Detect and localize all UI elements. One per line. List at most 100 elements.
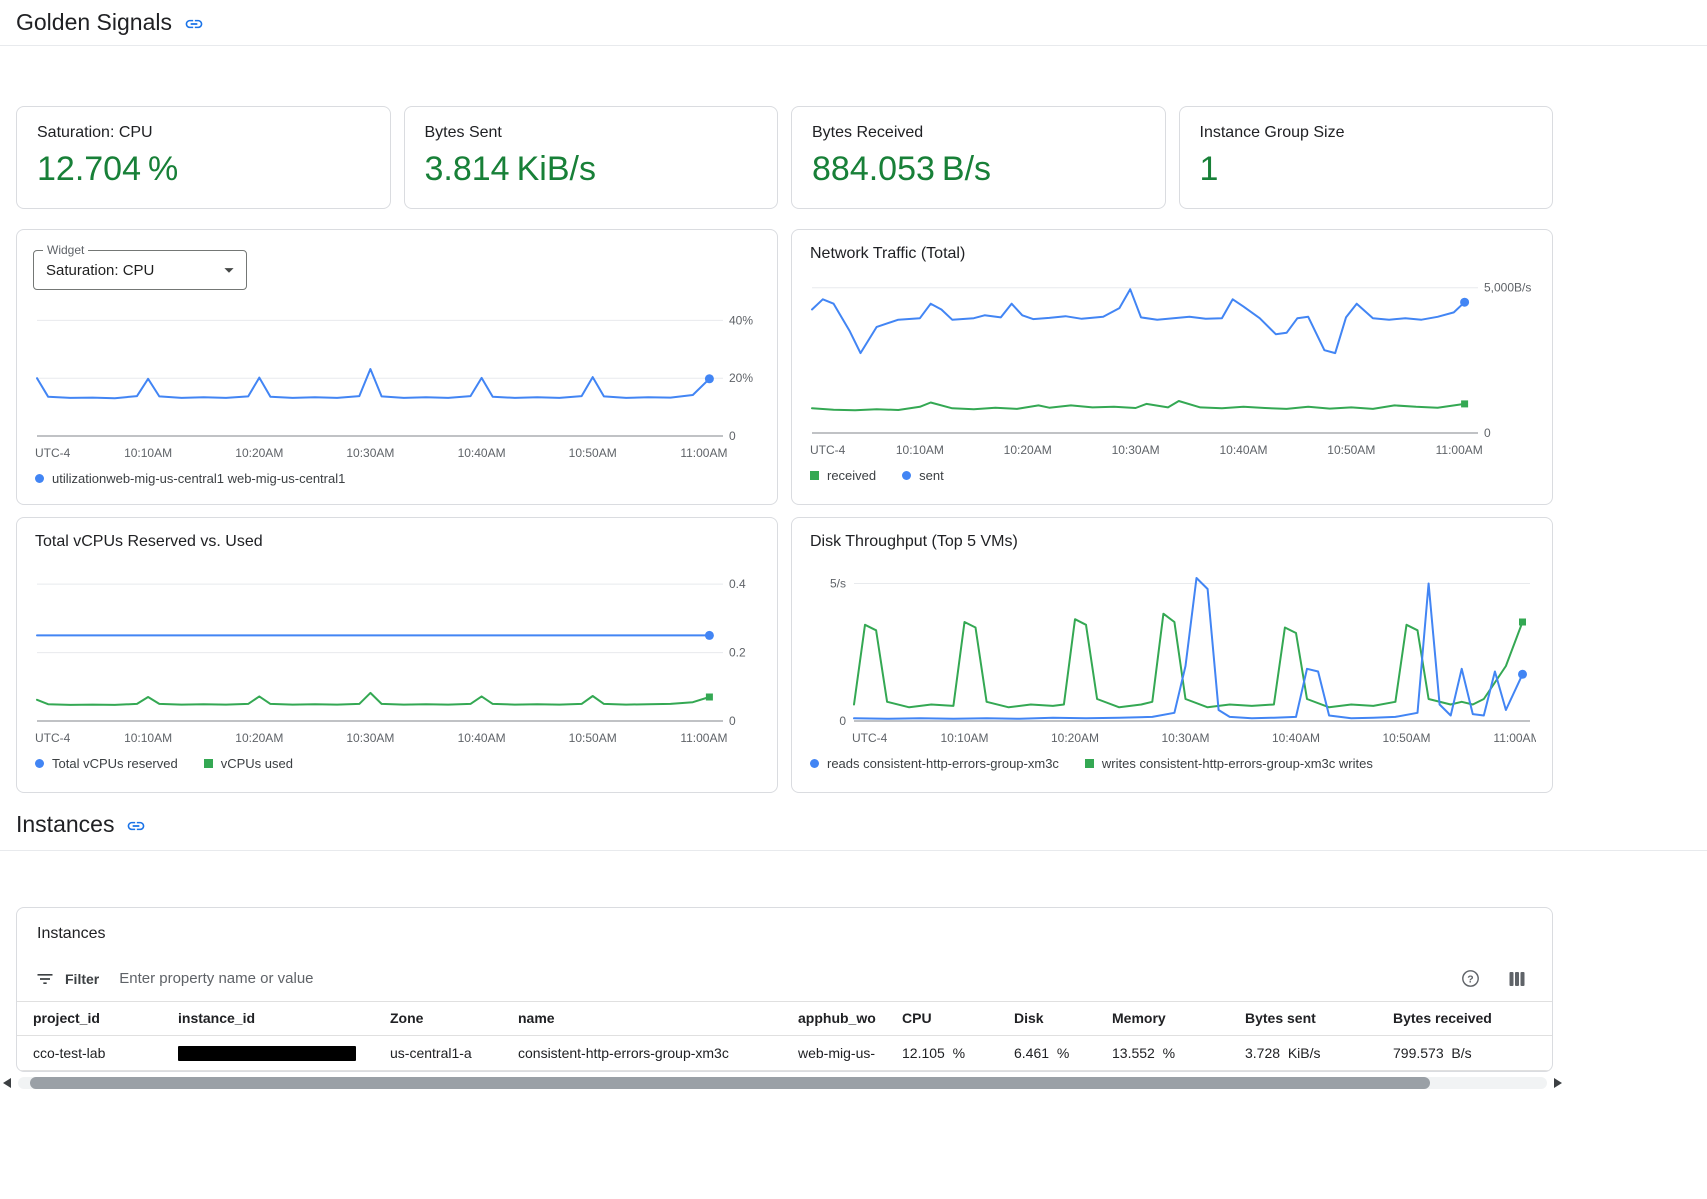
scorecard-value-unit: B/s bbox=[942, 150, 991, 188]
column-header-disk[interactable]: Disk bbox=[998, 1002, 1096, 1035]
legend-item[interactable]: writes consistent-http-errors-group-xm3c… bbox=[1085, 756, 1373, 771]
table-cell: us-central1-a bbox=[374, 1035, 502, 1070]
column-header-cpu[interactable]: CPU bbox=[886, 1002, 998, 1035]
svg-text:0.2: 0.2 bbox=[729, 646, 746, 660]
help-icon[interactable]: ? bbox=[1461, 969, 1480, 988]
page-title: Golden Signals bbox=[16, 9, 172, 36]
column-header-zone[interactable]: Zone bbox=[374, 1002, 502, 1035]
scrollbar-track[interactable] bbox=[18, 1077, 1547, 1089]
svg-text:UTC-4: UTC-4 bbox=[35, 446, 71, 460]
svg-text:UTC-4: UTC-4 bbox=[810, 443, 846, 457]
scorecard-value: 884.053B/s bbox=[812, 150, 1145, 189]
svg-text:UTC-4: UTC-4 bbox=[35, 731, 71, 745]
svg-text:10:40AM: 10:40AM bbox=[458, 446, 506, 460]
table-cell: 12.105 % bbox=[886, 1035, 998, 1070]
disk-throughput-chart[interactable]: 5/s0UTC-410:10AM10:20AM10:30AM10:40AM10:… bbox=[808, 557, 1536, 751]
table-cell: 3.728 KiB/s bbox=[1229, 1035, 1377, 1070]
svg-text:0: 0 bbox=[729, 429, 736, 443]
column-header-instance-id[interactable]: instance_id bbox=[162, 1002, 374, 1035]
widget-select[interactable]: Widget Saturation: CPU bbox=[33, 250, 247, 290]
svg-text:0.4: 0.4 bbox=[729, 577, 746, 591]
link-icon[interactable] bbox=[126, 816, 146, 836]
legend-label: Total vCPUs reserved bbox=[52, 756, 178, 771]
legend-item[interactable]: vCPUs used bbox=[204, 756, 293, 771]
scorecard-value-number: 3.814 bbox=[425, 150, 510, 188]
column-header-bytes-sent[interactable]: Bytes sent bbox=[1229, 1002, 1377, 1035]
instances-table: project_idinstance_idZonenameapphub_woCP… bbox=[17, 1002, 1552, 1071]
legend-label: vCPUs used bbox=[221, 756, 293, 771]
scorecard-value-number: 1 bbox=[1200, 150, 1219, 188]
legend-dot-marker bbox=[35, 474, 44, 483]
legend-label: sent bbox=[919, 468, 944, 483]
vcpus-chart[interactable]: 0.40.20UTC-410:10AM10:20AM10:30AM10:40AM… bbox=[33, 557, 761, 751]
dashboard-content: Saturation: CPU 12.704% Bytes Sent 3.814… bbox=[0, 106, 1569, 793]
svg-text:10:30AM: 10:30AM bbox=[346, 731, 394, 745]
scorecard-value-number: 884.053 bbox=[812, 150, 935, 188]
column-selector-icon[interactable] bbox=[1508, 970, 1526, 988]
svg-text:10:50AM: 10:50AM bbox=[1327, 443, 1375, 457]
saturation-cpu-chart[interactable]: 40%20%0UTC-410:10AM10:20AM10:30AM10:40AM… bbox=[33, 296, 761, 466]
scorecard-saturation-cpu: Saturation: CPU 12.704% bbox=[16, 106, 391, 209]
saturation-cpu-chart-card: Widget Saturation: CPU 40%20%0UTC-410:10… bbox=[16, 229, 778, 505]
svg-text:10:20AM: 10:20AM bbox=[235, 731, 283, 745]
legend-dot-marker bbox=[902, 471, 911, 480]
column-header-bytes-received[interactable]: Bytes received bbox=[1377, 1002, 1552, 1035]
widget-select-value: Saturation: CPU bbox=[46, 262, 218, 279]
svg-text:10:50AM: 10:50AM bbox=[1382, 731, 1430, 745]
svg-text:0: 0 bbox=[729, 714, 736, 728]
legend-dot-marker bbox=[35, 759, 44, 768]
disk-throughput-legend: reads consistent-http-errors-group-xm3c w… bbox=[808, 756, 1536, 771]
scorecard-bytes-received: Bytes Received 884.053B/s bbox=[791, 106, 1166, 209]
scroll-left-arrow-icon[interactable] bbox=[3, 1078, 11, 1088]
svg-text:11:00AM: 11:00AM bbox=[680, 446, 727, 460]
filter-label: Filter bbox=[65, 971, 99, 987]
redaction-bar bbox=[178, 1046, 356, 1061]
legend-item[interactable]: reads consistent-http-errors-group-xm3c bbox=[810, 756, 1059, 771]
svg-text:10:20AM: 10:20AM bbox=[1051, 731, 1099, 745]
scorecard-value-number: 12.704 bbox=[37, 150, 141, 188]
column-header-apphub-wo[interactable]: apphub_wo bbox=[782, 1002, 886, 1035]
svg-text:10:40AM: 10:40AM bbox=[1272, 731, 1320, 745]
svg-text:40%: 40% bbox=[729, 313, 753, 327]
svg-text:10:20AM: 10:20AM bbox=[235, 446, 283, 460]
widget-select-floating-label: Widget bbox=[43, 243, 88, 257]
redacted-cell bbox=[162, 1035, 374, 1070]
svg-text:10:20AM: 10:20AM bbox=[1004, 443, 1052, 457]
legend-square-marker bbox=[810, 471, 819, 480]
table-cell: 13.552 % bbox=[1096, 1035, 1229, 1070]
scorecard-label: Instance Group Size bbox=[1200, 124, 1533, 142]
svg-text:10:50AM: 10:50AM bbox=[569, 731, 617, 745]
instances-section-header: Instances bbox=[0, 793, 1707, 851]
svg-text:0: 0 bbox=[1484, 426, 1491, 440]
scorecard-value-unit: KiB/s bbox=[517, 150, 596, 188]
scorecard-instance-group-size: Instance Group Size 1 bbox=[1179, 106, 1554, 209]
legend-item[interactable]: utilizationweb-mig-us-central1 web-mig-u… bbox=[35, 471, 345, 486]
legend-label: writes consistent-http-errors-group-xm3c… bbox=[1102, 756, 1373, 771]
svg-text:10:10AM: 10:10AM bbox=[940, 731, 988, 745]
legend-item[interactable]: received bbox=[810, 468, 876, 483]
page-header: Golden Signals bbox=[0, 0, 1707, 46]
svg-text:5,000B/s: 5,000B/s bbox=[1484, 281, 1531, 295]
network-traffic-chart[interactable]: 5,000B/s0UTC-410:10AM10:20AM10:30AM10:40… bbox=[808, 269, 1536, 463]
scroll-right-arrow-icon[interactable] bbox=[1554, 1078, 1562, 1088]
svg-text:UTC-4: UTC-4 bbox=[852, 731, 888, 745]
svg-text:0: 0 bbox=[839, 714, 846, 728]
vcpus-legend: Total vCPUs reserved vCPUs used bbox=[33, 756, 761, 771]
legend-label: utilizationweb-mig-us-central1 web-mig-u… bbox=[52, 471, 345, 486]
column-header-memory[interactable]: Memory bbox=[1096, 1002, 1229, 1035]
svg-text:20%: 20% bbox=[729, 371, 753, 385]
horizontal-scrollbar[interactable] bbox=[0, 1077, 1565, 1089]
filter-input[interactable] bbox=[119, 970, 1451, 987]
scorecard-label: Bytes Sent bbox=[425, 124, 758, 142]
link-icon[interactable] bbox=[184, 14, 204, 34]
column-header-name[interactable]: name bbox=[502, 1002, 782, 1035]
table-cell: cco-test-lab bbox=[17, 1035, 162, 1070]
scorecard-value-unit: % bbox=[148, 150, 178, 188]
legend-item[interactable]: sent bbox=[902, 468, 944, 483]
column-header-project-id[interactable]: project_id bbox=[17, 1002, 162, 1035]
legend-item[interactable]: Total vCPUs reserved bbox=[35, 756, 178, 771]
scrollbar-thumb[interactable] bbox=[30, 1077, 1430, 1089]
scorecard-value: 1 bbox=[1200, 150, 1533, 189]
table-row[interactable]: cco-test-labus-central1-aconsistent-http… bbox=[17, 1035, 1552, 1070]
network-traffic-legend: received sent bbox=[808, 468, 1536, 483]
